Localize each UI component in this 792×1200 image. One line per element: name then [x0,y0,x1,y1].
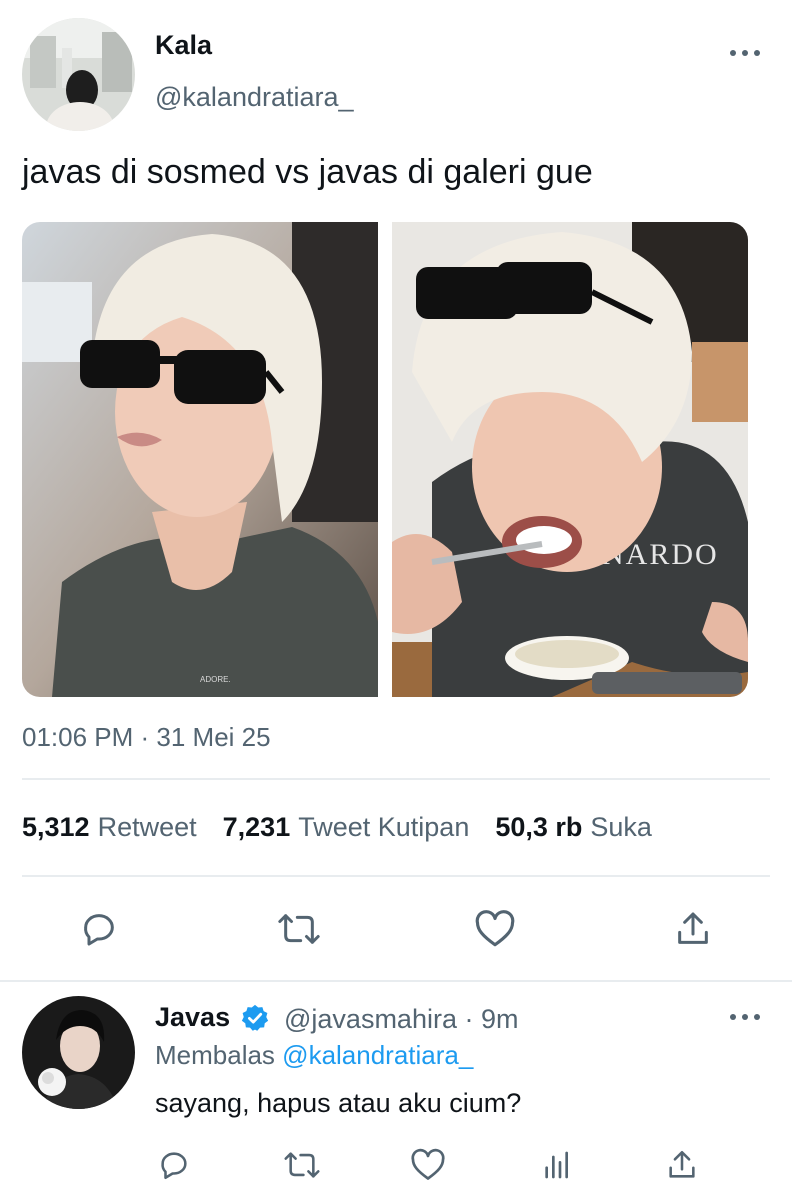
reply-author-name[interactable]: Javas [155,1002,230,1033]
share-icon[interactable] [662,1145,702,1185]
retweet-stat[interactable]: 5,312 Retweet [22,812,223,842]
views-icon[interactable] [536,1145,576,1185]
like-count: 50,3 rb [495,812,583,842]
divider [22,778,770,780]
retweet-count: 5,312 [22,812,90,842]
retweet-label: Retweet [97,812,197,842]
quote-label: Tweet Kutipan [298,812,470,842]
reply-icon[interactable] [154,1145,194,1185]
tweet-stats: 5,312 Retweet 7,231 Tweet Kutipan 50,3 rb Suk… [22,812,678,843]
replying-to: Membalas @kalandratiara_ [155,1040,473,1071]
tweet-text: javas di sosmed vs javas di galeri gue [22,153,593,191]
tweet-image-1[interactable]: ADORE. [22,222,378,697]
tweet-timestamp[interactable]: 01:06 PM · 31 Mei 25 [22,722,271,753]
retweet-icon[interactable] [280,1145,324,1185]
reply-icon[interactable] [76,906,122,952]
tweet-image-2[interactable]: NARDO [392,222,748,697]
author-handle[interactable]: @kalandratiara_ [155,82,354,113]
reply-author-handle[interactable]: @javasmahira · 9m [284,1004,518,1035]
image-watermark: ADORE. [200,675,231,684]
more-options-icon[interactable] [730,47,760,59]
reply-text: sayang, hapus atau aku cium? [155,1088,522,1118]
like-icon[interactable] [472,906,518,952]
share-icon[interactable] [670,906,716,952]
verified-badge-icon [240,1003,270,1033]
divider [22,875,770,877]
author-avatar[interactable] [22,18,135,131]
quote-stat[interactable]: 7,231 Tweet Kutipan [223,812,496,842]
like-stat[interactable]: 50,3 rb Suka [495,812,678,842]
like-icon[interactable] [408,1145,448,1185]
more-options-icon[interactable] [730,1011,760,1023]
quote-count: 7,231 [222,812,291,842]
divider [0,980,792,982]
replying-label: Membalas [155,1040,275,1070]
author-name[interactable]: Kala [155,30,212,61]
reply-author-avatar[interactable] [22,996,135,1109]
retweet-icon[interactable] [274,906,324,952]
like-label: Suka [590,812,652,842]
replying-mention-link[interactable]: @kalandratiara_ [282,1040,473,1070]
